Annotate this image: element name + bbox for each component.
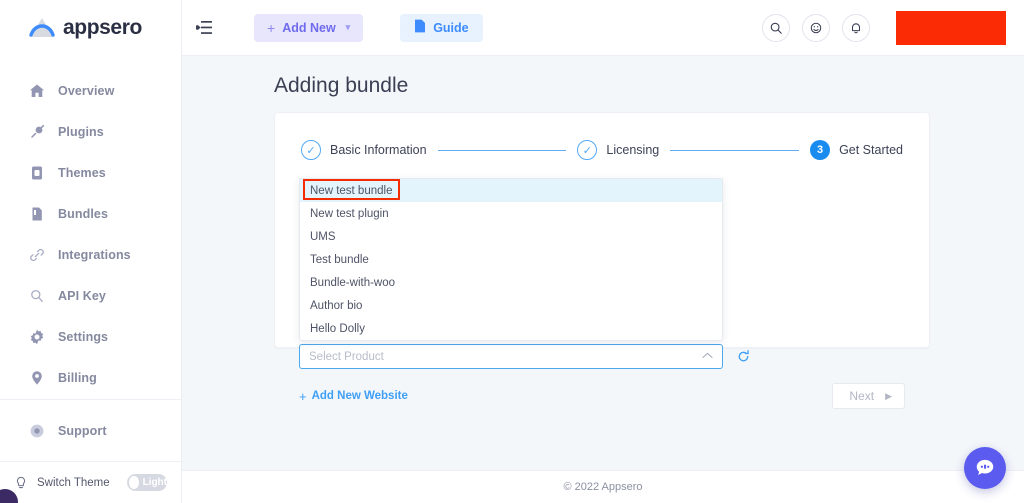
step-label: Licensing: [606, 143, 660, 157]
theme-file-icon: [28, 164, 45, 181]
add-new-website-label: Add New Website: [311, 390, 408, 402]
sidebar-item-bundles[interactable]: Bundles: [0, 193, 181, 234]
stepper: ✓ Basic Information ✓ Licensing 3 Get St…: [299, 137, 905, 160]
check-icon: ✓: [577, 140, 598, 160]
sidebar-item-label: Bundles: [58, 206, 109, 221]
home-icon: [28, 82, 45, 99]
support-icon: [28, 422, 45, 439]
footer: © 2022 Appsero: [182, 470, 1024, 503]
adding-bundle-card: ✓ Basic Information ✓ Licensing 3 Get St…: [274, 112, 930, 409]
chevron-up-icon[interactable]: [702, 351, 713, 362]
chat-bubble-icon[interactable]: [964, 447, 1006, 489]
switch-theme-label: Switch Theme: [37, 476, 110, 489]
sidebar-item-label: API Key: [58, 288, 106, 303]
dropdown-option[interactable]: New test bundle: [300, 179, 722, 202]
dropdown-option[interactable]: UMS: [300, 225, 722, 248]
theme-toggle[interactable]: Light: [127, 474, 167, 491]
sidebar-item-label: Settings: [58, 329, 109, 344]
plus-icon: +: [299, 388, 307, 404]
product-dropdown-list[interactable]: New test bundle New test plugin UMS Test…: [299, 178, 723, 341]
corner-decoration: [0, 489, 18, 503]
content-area: Adding bundle ✓ Basic Information ✓ Lice…: [182, 56, 1024, 503]
collapse-sidebar-icon[interactable]: [194, 18, 214, 38]
sidebar-item-billing[interactable]: Billing: [0, 357, 181, 398]
sidebar-nav: Overview Plugins Themes Bundles Integrat…: [0, 56, 181, 399]
guide-label: Guide: [433, 20, 469, 35]
form-area: New test bundle New test plugin UMS Test…: [299, 178, 905, 409]
search-icon[interactable]: [762, 13, 790, 42]
next-button[interactable]: Next ▶: [832, 383, 905, 409]
sidebar-item-label: Support: [58, 423, 107, 438]
sidebar-item-settings[interactable]: Settings: [0, 316, 181, 357]
select-product-placeholder: Select Product: [309, 350, 384, 363]
sidebar-item-integrations[interactable]: Integrations: [0, 234, 181, 275]
brand-name: appsero: [63, 16, 142, 39]
bulb-icon: [12, 474, 29, 491]
bell-icon[interactable]: [842, 13, 870, 42]
sidebar-item-plugins[interactable]: Plugins: [0, 111, 181, 152]
plus-icon: +: [267, 19, 276, 36]
step-label: Basic Information: [330, 143, 427, 157]
sidebar-item-overview[interactable]: Overview: [0, 70, 181, 111]
step-connector: [437, 149, 567, 151]
sidebar-item-label: Integrations: [58, 247, 131, 262]
appsero-logo-icon: [28, 16, 56, 40]
check-icon: ✓: [301, 140, 321, 160]
dropdown-option[interactable]: Author bio: [300, 294, 722, 317]
step-get-started[interactable]: 3 Get Started: [810, 140, 903, 160]
bundle-file-icon: [28, 205, 45, 222]
add-new-website-button[interactable]: + Add New Website: [299, 389, 408, 404]
sidebar-item-themes[interactable]: Themes: [0, 152, 181, 193]
plug-icon: [28, 123, 45, 140]
dropdown-option[interactable]: Test bundle: [300, 248, 722, 271]
guide-button[interactable]: Guide: [400, 13, 483, 42]
theme-toggle-knob: [129, 476, 139, 489]
dropdown-option[interactable]: Bundle-with-woo: [300, 271, 722, 294]
step-label: Get Started: [839, 143, 903, 157]
card-actions-row: + Add New Website Next ▶: [299, 383, 905, 409]
sidebar: appsero Overview Plugins Themes Bundles …: [0, 0, 182, 503]
step-licensing[interactable]: ✓ Licensing: [577, 140, 659, 160]
support-block: Support: [0, 399, 181, 461]
dropdown-option[interactable]: New test plugin: [300, 202, 722, 225]
chevron-down-icon: ▾: [345, 22, 351, 32]
step-connector: [670, 149, 800, 151]
sidebar-item-label: Overview: [58, 83, 115, 98]
link-icon: [28, 246, 45, 263]
add-new-button[interactable]: + Add New ▾: [254, 13, 364, 42]
select-product-input[interactable]: Select Product: [299, 344, 723, 369]
brand[interactable]: appsero: [0, 0, 181, 56]
sidebar-item-support[interactable]: Support: [0, 410, 181, 451]
location-pin-icon: [28, 369, 45, 386]
redacted-account-block[interactable]: [896, 10, 1006, 45]
gear-icon: [28, 328, 45, 345]
page-title: Adding bundle: [274, 74, 409, 97]
sidebar-item-label: Billing: [58, 370, 97, 385]
step-basic-information[interactable]: ✓ Basic Information: [301, 140, 427, 160]
dropdown-option[interactable]: Hello Dolly: [300, 317, 722, 340]
footer-copyright: © 2022 Appsero: [563, 481, 643, 493]
add-new-label: Add New: [282, 20, 336, 35]
refresh-icon[interactable]: [737, 350, 750, 363]
sidebar-item-label: Themes: [58, 165, 106, 180]
key-icon: [28, 287, 45, 304]
app-root: appsero Overview Plugins Themes Bundles …: [0, 0, 1024, 503]
document-icon: [414, 19, 426, 36]
step-number-badge: 3: [810, 140, 831, 160]
next-label: Next: [849, 389, 875, 403]
chevron-right-icon: ▶: [885, 390, 892, 401]
main-area: + Add New ▾ Guide Adding bundle ✓ Basic …: [182, 0, 1024, 503]
select-product-row: Select Product: [299, 344, 905, 369]
sidebar-item-api-key[interactable]: API Key: [0, 275, 181, 316]
theme-toggle-value: Light: [142, 477, 167, 488]
smiley-icon[interactable]: [802, 13, 830, 42]
switch-theme-row[interactable]: Switch Theme Light: [0, 461, 181, 503]
topbar: + Add New ▾ Guide: [182, 0, 1024, 56]
sidebar-item-label: Plugins: [58, 124, 104, 139]
